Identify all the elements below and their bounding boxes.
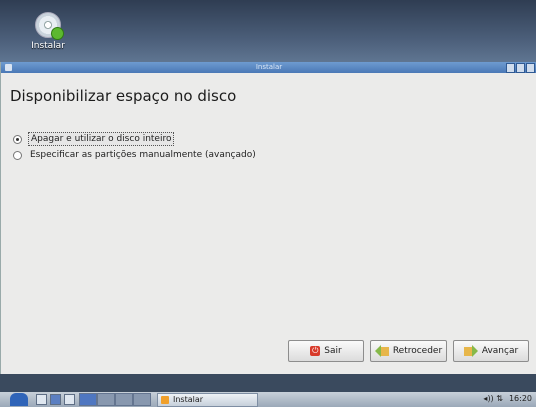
desktop-icon-label: Instalar bbox=[31, 41, 65, 51]
quit-label: Sair bbox=[324, 346, 342, 356]
workspace-3[interactable] bbox=[115, 393, 133, 406]
window-titlebar[interactable]: Instalar bbox=[1, 62, 536, 73]
arrow-left-icon bbox=[374, 344, 389, 357]
quit-button[interactable]: ⏻ Sair bbox=[288, 340, 364, 362]
back-label: Retroceder bbox=[392, 346, 443, 356]
tray-indicators[interactable]: ◂)) ⇅ bbox=[483, 394, 503, 403]
desktop: Instalar bbox=[0, 0, 536, 62]
option-erase-disk[interactable]: Apagar e utilizar o disco inteiro bbox=[13, 131, 258, 147]
cd-installer-icon bbox=[35, 12, 64, 40]
clock[interactable]: 16:20 bbox=[509, 394, 532, 403]
window-controls bbox=[506, 63, 535, 73]
system-tray: ◂)) ⇅ 16:20 bbox=[483, 394, 532, 403]
window-title: Instalar bbox=[255, 63, 283, 71]
close-icon[interactable] bbox=[526, 63, 535, 73]
quick-launch bbox=[36, 394, 75, 405]
workspace-1[interactable] bbox=[79, 393, 97, 406]
taskbar: Instalar ◂)) ⇅ 16:20 bbox=[0, 392, 536, 407]
minimize-icon[interactable] bbox=[506, 63, 515, 73]
window-menu-icon[interactable] bbox=[5, 64, 12, 71]
workspace-switcher bbox=[79, 393, 151, 406]
workspace-2[interactable] bbox=[97, 393, 115, 406]
taskbar-window-button[interactable]: Instalar bbox=[157, 392, 258, 407]
desktop-icon-instalar[interactable]: Instalar bbox=[28, 12, 68, 51]
start-menu-icon[interactable] bbox=[10, 393, 28, 406]
option-label: Especificar as partições manualmente (av… bbox=[30, 150, 256, 160]
power-icon: ⏻ bbox=[310, 346, 321, 356]
option-label: Apagar e utilizar o disco inteiro bbox=[28, 132, 175, 146]
download-arrow-icon bbox=[51, 27, 64, 40]
terminal-icon[interactable] bbox=[64, 394, 75, 405]
radio-selected-icon[interactable] bbox=[13, 134, 22, 144]
installer-window: Instalar Disponibilizar espaço no disco … bbox=[0, 62, 536, 374]
forward-label: Avançar bbox=[481, 346, 519, 356]
file-manager-icon[interactable] bbox=[36, 394, 47, 405]
radio-unselected-icon[interactable] bbox=[13, 150, 22, 160]
button-row: ⏻ Sair Retroceder Avançar bbox=[288, 340, 529, 362]
workspace-4[interactable] bbox=[133, 393, 151, 406]
maximize-icon[interactable] bbox=[516, 63, 525, 73]
installer-app-icon bbox=[161, 395, 169, 404]
page-title: Disponibilizar espaço no disco bbox=[10, 87, 237, 105]
arrow-right-icon bbox=[463, 344, 478, 357]
option-manual-partition[interactable]: Especificar as partições manualmente (av… bbox=[13, 147, 258, 163]
back-button[interactable]: Retroceder bbox=[370, 340, 447, 362]
browser-icon[interactable] bbox=[50, 394, 61, 405]
taskbar-window-label: Instalar bbox=[173, 395, 204, 404]
partition-options: Apagar e utilizar o disco inteiro Especi… bbox=[13, 131, 258, 163]
forward-button[interactable]: Avançar bbox=[453, 340, 529, 362]
